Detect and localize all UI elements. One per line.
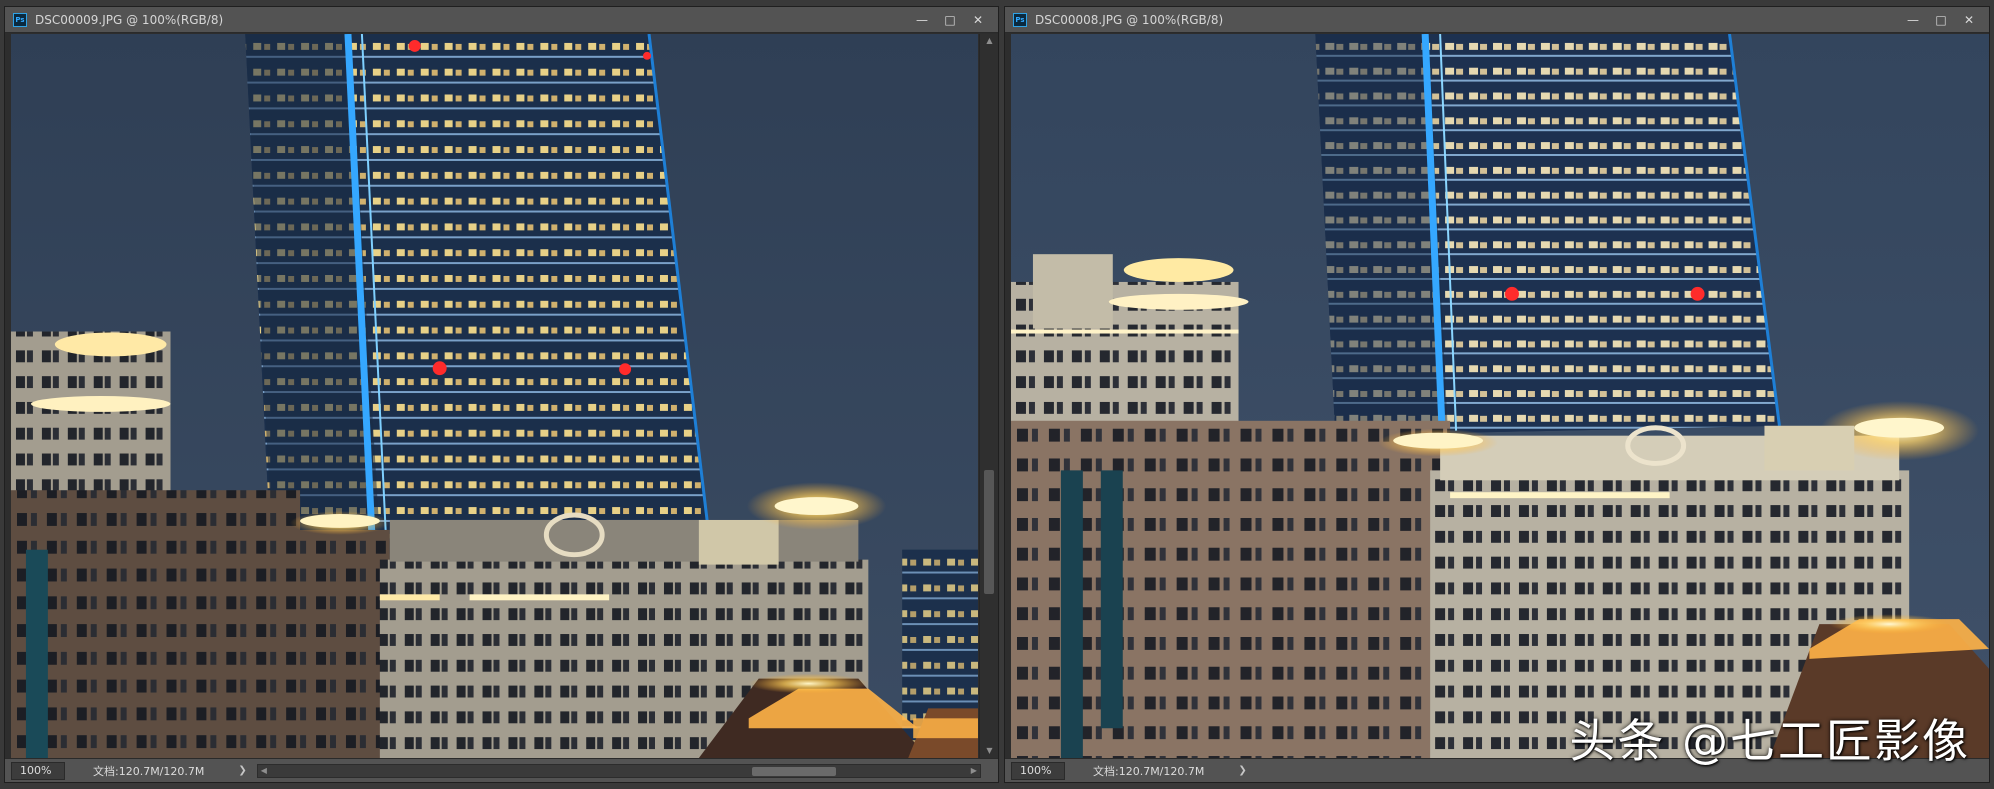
scroll-left-arrow-icon[interactable]: ◀ <box>258 765 270 777</box>
document-size-info[interactable]: 文档:120.7M/120.7M <box>1093 763 1204 779</box>
document-title: DSC00009.JPG @ 100%(RGB/8) <box>35 12 224 27</box>
photoshop-app-icon: Ps <box>13 12 27 27</box>
scroll-right-arrow-icon[interactable]: ▶ <box>968 765 980 777</box>
document-title-bar[interactable]: Ps DSC00009.JPG @ 100%(RGB/8) — □ ✕ <box>5 7 998 33</box>
close-button[interactable]: ✕ <box>964 10 992 30</box>
maximize-button[interactable]: □ <box>936 10 964 30</box>
document-title-bar[interactable]: Ps DSC00008.JPG @ 100%(RGB/8) — □ ✕ <box>1005 7 1989 33</box>
minimize-button[interactable]: — <box>908 10 936 30</box>
zoom-level-field[interactable]: 100% <box>11 761 65 780</box>
close-button[interactable]: ✕ <box>1955 10 1983 30</box>
document-size-info[interactable]: 文档:120.7M/120.7M <box>93 763 204 779</box>
image-canvas[interactable] <box>11 34 978 758</box>
document-window-right[interactable]: Ps DSC00008.JPG @ 100%(RGB/8) — □ ✕ 100%… <box>1004 6 1990 783</box>
scroll-up-arrow-icon[interactable]: ▲ <box>980 34 999 48</box>
horizontal-scrollbar[interactable]: ◀ ▶ <box>256 763 981 778</box>
window-controls: — □ ✕ <box>908 10 992 30</box>
zoom-level-field[interactable]: 100% <box>1011 761 1065 780</box>
minimize-button[interactable]: — <box>1899 10 1927 30</box>
photoshop-workspace: Ps DSC00009.JPG @ 100%(RGB/8) — □ ✕ ▲ ▼ … <box>0 0 1994 789</box>
watermark-text: 头条 @七工匠影像 <box>1569 714 1970 768</box>
document-title: DSC00008.JPG @ 100%(RGB/8) <box>1035 12 1224 27</box>
photoshop-app-icon: Ps <box>1013 12 1027 27</box>
window-controls: — □ ✕ <box>1899 10 1983 30</box>
scroll-down-arrow-icon[interactable]: ▼ <box>980 744 999 758</box>
status-bar: 100% 文档:120.7M/120.7M ❯ ◀ ▶ <box>5 758 998 782</box>
status-menu-arrow-icon[interactable]: ❯ <box>1238 765 1246 776</box>
image-canvas[interactable] <box>1011 34 1989 758</box>
night-cityscape-photo <box>11 34 978 758</box>
status-menu-arrow-icon[interactable]: ❯ <box>238 765 246 776</box>
night-cityscape-photo <box>1011 34 1989 758</box>
vertical-scroll-thumb[interactable] <box>984 470 994 594</box>
horizontal-scroll-thumb[interactable] <box>751 766 836 776</box>
document-window-left[interactable]: Ps DSC00009.JPG @ 100%(RGB/8) — □ ✕ ▲ ▼ … <box>4 6 999 783</box>
maximize-button[interactable]: □ <box>1927 10 1955 30</box>
vertical-scrollbar[interactable]: ▲ ▼ <box>979 34 998 758</box>
